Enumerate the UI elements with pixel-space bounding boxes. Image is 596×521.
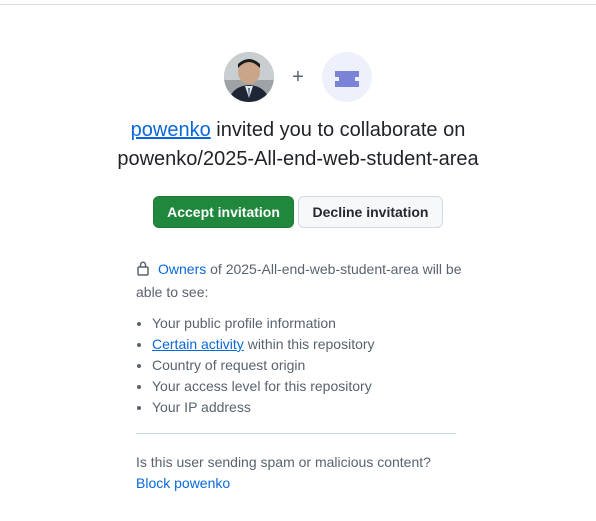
user-photo-icon <box>224 52 275 102</box>
spam-question: Is this user sending spam or malicious c… <box>136 454 431 470</box>
lock-icon <box>136 260 150 282</box>
visibility-list: Your public profile information Certain … <box>136 313 466 418</box>
list-item: Country of request origin <box>152 355 466 376</box>
repo-name: powenko/2025-All-end-web-student-area <box>117 148 479 170</box>
repo-logo-icon <box>321 52 372 102</box>
owners-link[interactable]: Owners <box>158 261 206 277</box>
block-user-link[interactable]: Block powenko <box>136 475 230 491</box>
inviter-link[interactable]: powenko <box>131 119 211 141</box>
avatar-row: + <box>0 52 596 102</box>
certain-activity-link[interactable]: Certain activity <box>152 336 244 352</box>
plus-sign: + <box>292 66 304 88</box>
spam-section: Is this user sending spam or malicious c… <box>136 452 431 494</box>
visibility-info: Owners of 2025-All-end-web-student-area … <box>136 259 466 418</box>
repo-avatar <box>321 52 372 102</box>
list-item: Your IP address <box>152 397 466 418</box>
action-buttons: Accept invitation Decline invitation <box>0 196 596 228</box>
title-middle: invited you to collaborate on <box>210 119 466 141</box>
list-item: Your access level for this repository <box>152 376 466 397</box>
divider <box>136 433 456 434</box>
top-border <box>0 0 596 5</box>
accept-invitation-button[interactable]: Accept invitation <box>153 196 294 228</box>
list-item: Certain activity within this repository <box>152 334 466 355</box>
list-item: Your public profile information <box>152 313 466 334</box>
invitation-title: powenko invited you to collaborate on po… <box>0 116 596 174</box>
decline-invitation-button[interactable]: Decline invitation <box>298 196 443 228</box>
inviter-avatar[interactable] <box>224 52 275 102</box>
